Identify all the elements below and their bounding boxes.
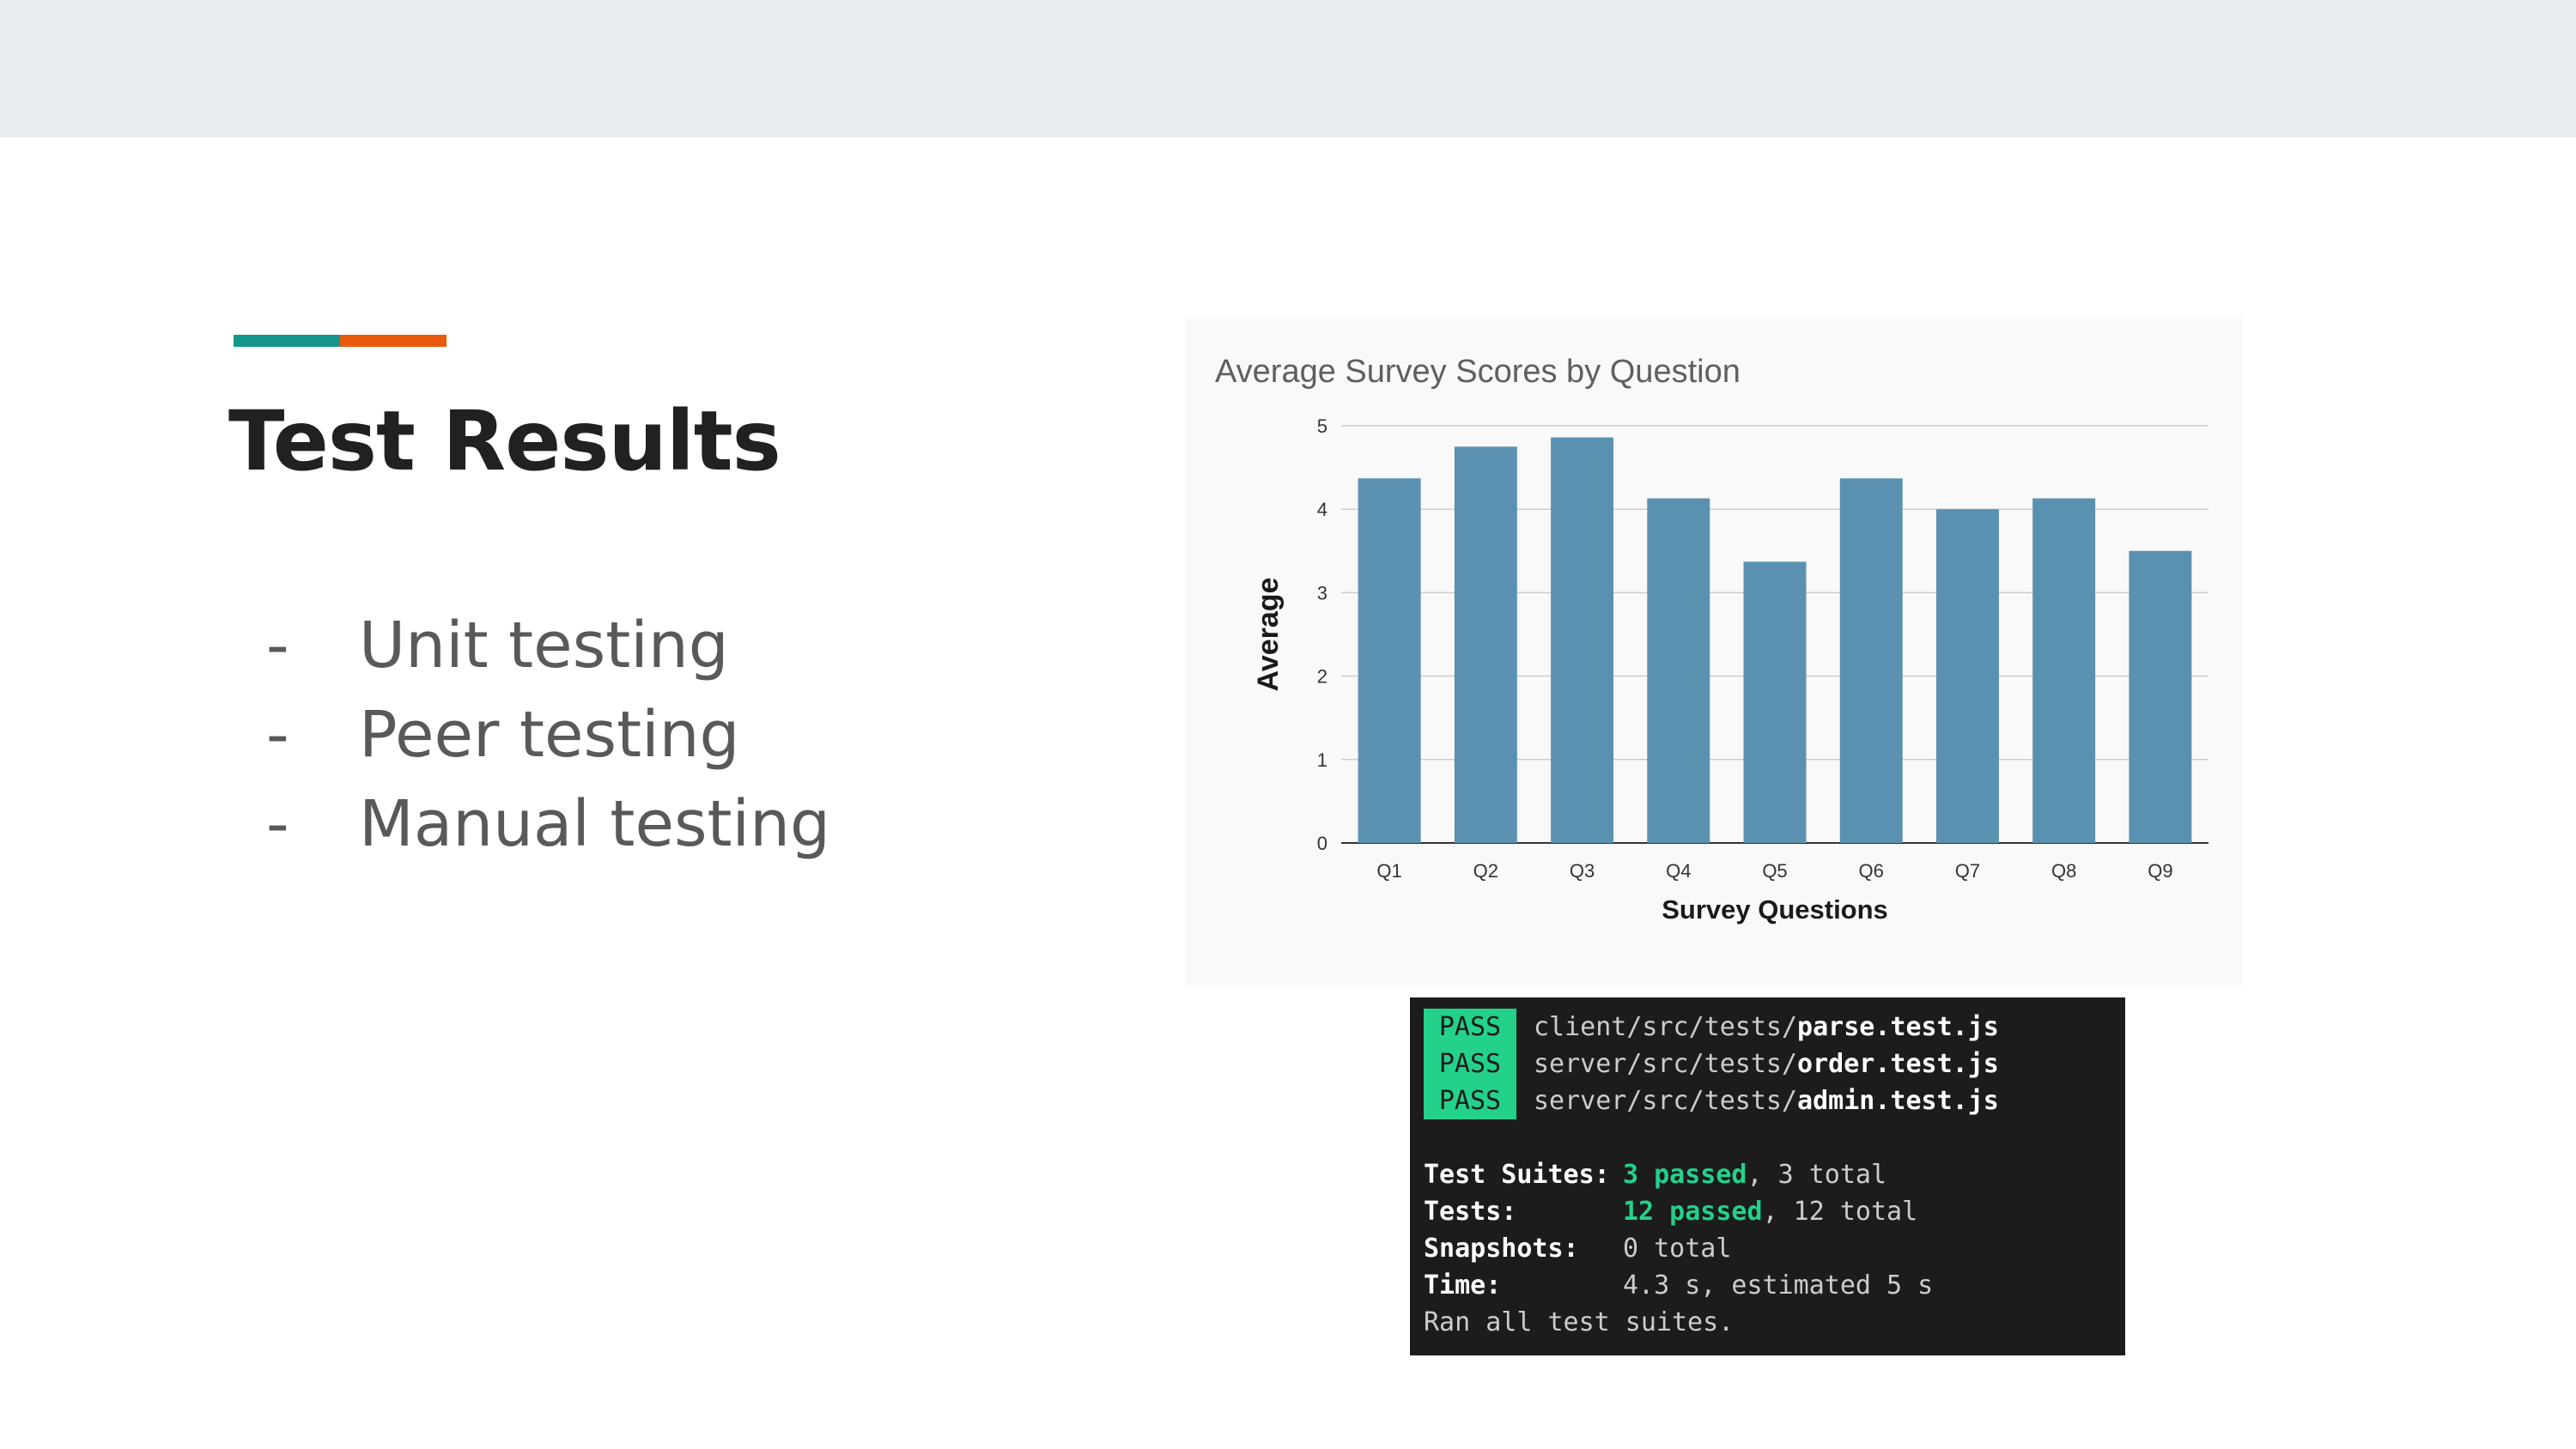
snapshots-value: 0 total [1623,1234,1732,1264]
bar-q5 [1743,561,1807,843]
y-tick-label: 4 [1317,499,1327,520]
summary-snapshots: Snapshots: 0 total [1424,1230,1731,1267]
summary-label: Snapshots: [1424,1234,1579,1264]
pass-badge: PASS [1424,1082,1516,1119]
time-value: 4.3 s, estimated 5 s [1623,1270,1934,1300]
test-file: order.test.js [1797,1049,1999,1079]
bar-q7 [1935,509,1999,843]
y-tick-label: 5 [1317,415,1327,437]
summary-label: Tests: [1424,1197,1517,1227]
test-dir: server/src/tests/ [1534,1049,1798,1079]
bar-q3 [1551,437,1614,843]
bullet-item: - Peer testing [266,690,830,779]
y-tick-label: 2 [1317,666,1327,688]
bullet-list: - Unit testing - Peer testing - Manual t… [266,601,830,869]
bullet-dash: - [266,609,289,682]
pass-badge: PASS [1424,1009,1516,1046]
summary-tests: Tests: 12 passed, 12 total [1424,1193,1917,1230]
y-tick-label: 3 [1317,582,1327,603]
bullet-dash: - [266,787,289,861]
x-tick-label: Q1 [1376,860,1401,882]
test-dir: client/src/tests/ [1534,1012,1798,1042]
x-tick-label: Q3 [1570,860,1595,882]
bar-q1 [1358,478,1421,843]
x-tick-label: Q4 [1666,860,1691,882]
test-output-terminal: PASS client/src/tests/parse.test.js PASS s… [1410,997,2125,1355]
y-tick-label: 0 [1317,833,1327,854]
x-tick-label: Q5 [1762,860,1787,882]
bar-q4 [1647,498,1710,843]
tests-total: , 12 total [1762,1197,1918,1227]
bullet-item: - Unit testing [266,601,830,690]
bar-q6 [1839,478,1903,843]
bullet-item: - Manual testing [266,779,830,869]
bar-q8 [2032,498,2096,843]
chart-panel: Average Survey Scores by Question 0 1 2 3 4 5 Q… [1185,318,2243,985]
summary-suites: Test Suites: 3 passed, 3 total [1424,1156,1886,1193]
bar-chart: Average Survey Scores by Question 0 1 2 3 4 5 Q… [1215,354,2208,925]
pass-line: PASS client/src/tests/parse.test.js [1424,1009,1999,1046]
bullet-text: Manual testing [359,787,830,861]
bullet-text: Unit testing [359,609,729,682]
summary-label: Time: [1424,1270,1502,1300]
y-tick-label: 1 [1317,749,1327,771]
pass-line: PASS server/src/tests/admin.test.js [1424,1082,1999,1119]
x-tick-label: Q6 [1859,860,1884,882]
bullet-text: Peer testing [359,698,740,772]
top-bar [0,0,2576,137]
suites-passed: 3 passed [1623,1160,1747,1190]
summary-time: Time: 4.3 s, estimated 5 s [1424,1267,1933,1304]
slide-title: Test Results [228,393,781,489]
chart-title: Average Survey Scores by Question [1215,354,1741,390]
summary-label: Test Suites: [1424,1160,1610,1190]
bar-q9 [2129,550,2192,843]
y-axis-label: Average [1252,578,1285,692]
bullet-dash: - [266,698,289,772]
pass-line: PASS server/src/tests/order.test.js [1424,1046,1999,1082]
title-accent-teal [234,335,340,347]
bar-q2 [1454,446,1517,843]
tests-passed: 12 passed [1623,1197,1763,1227]
test-dir: server/src/tests/ [1534,1086,1798,1116]
title-accent-orange [340,335,447,347]
summary-footer: Ran all test suites. [1424,1307,1735,1337]
x-tick-label: Q8 [2051,860,2076,882]
x-tick-label: Q9 [2148,860,2172,882]
x-axis-label: Survey Questions [1662,894,1888,925]
suites-total: , 3 total [1747,1160,1887,1190]
pass-badge: PASS [1424,1046,1516,1082]
test-file: admin.test.js [1797,1086,1999,1116]
test-file: parse.test.js [1797,1012,1999,1042]
x-tick-label: Q2 [1473,860,1498,882]
x-tick-label: Q7 [1955,860,1980,882]
